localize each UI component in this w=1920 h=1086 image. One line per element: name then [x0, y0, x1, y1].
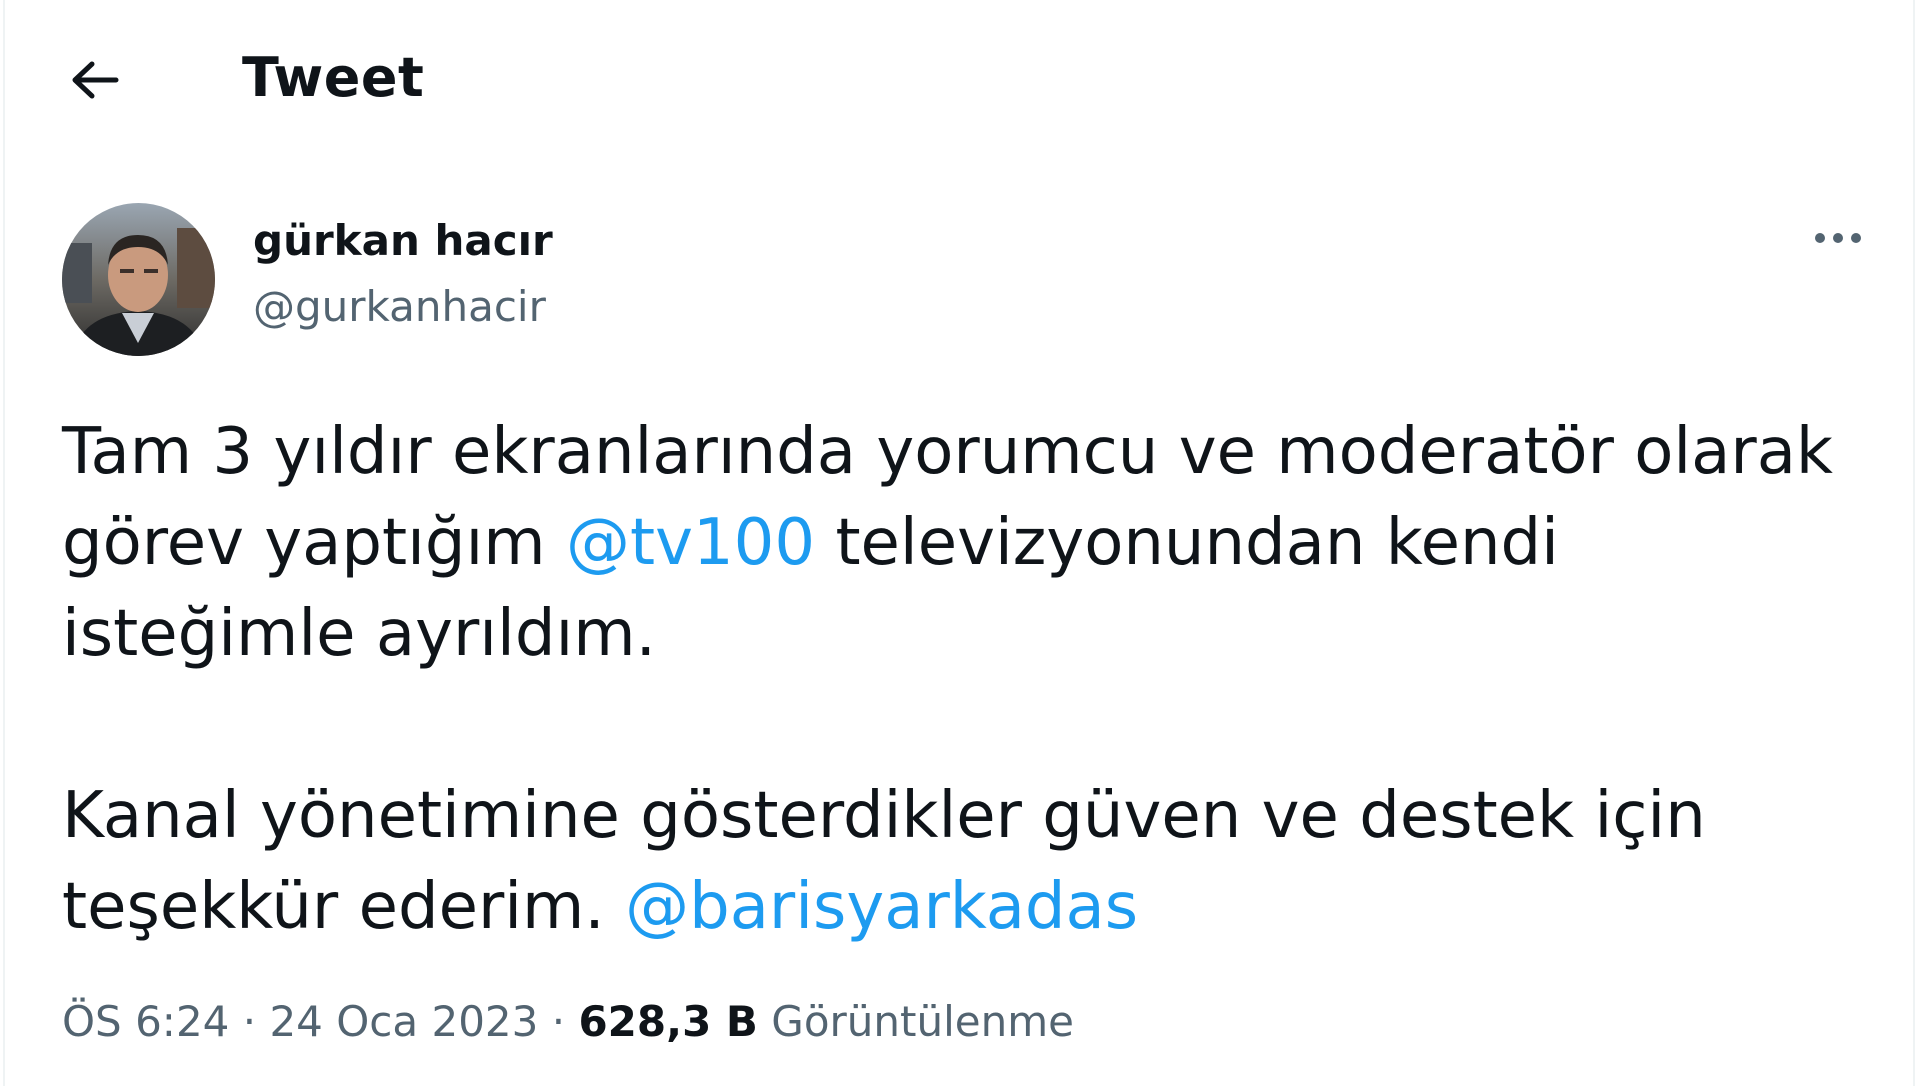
tweet-line: isteğimle ayrıldım. [62, 597, 656, 671]
tweet-date[interactable]: 24 Oca 2023 [269, 997, 538, 1046]
mention-link-barisyarkadas[interactable]: @barisyarkadas [625, 870, 1138, 944]
tweet-text-segment: görev yaptığım [62, 506, 566, 580]
author-name[interactable]: gürkan hacır [253, 216, 553, 265]
back-button[interactable] [60, 45, 130, 115]
tweet-metadata: ÖS 6:24 · 24 Oca 2023 · 628,3 B Görüntül… [62, 997, 1074, 1046]
page-title: Tweet [242, 46, 425, 109]
view-label: Görüntülenme [757, 997, 1074, 1046]
more-horizontal-icon [1815, 233, 1861, 243]
tweet-time[interactable]: ÖS 6:24 [62, 997, 229, 1046]
tweet-text-segment: televizyonundan kendi [815, 506, 1559, 580]
tweet-paragraph-1: Tam 3 yıldır ekranlarında yorumcu ve mod… [62, 407, 1862, 680]
tweet-line: görev yaptığım @tv100 televizyonundan ke… [62, 498, 1862, 589]
tweet-text: Tam 3 yıldır ekranlarında yorumcu ve mod… [62, 407, 1862, 953]
avatar[interactable] [62, 203, 215, 356]
tweet-line: Tam 3 yıldır ekranlarında yorumcu ve mod… [62, 415, 1833, 489]
author-handle[interactable]: @gurkanhacir [253, 282, 546, 331]
page-header: Tweet [5, 0, 1913, 160]
tweet-text-segment: teşekkür ederim. [62, 870, 626, 944]
mention-link-tv100[interactable]: @tv100 [566, 506, 815, 580]
avatar-photo [62, 203, 215, 356]
separator-dot: · [538, 997, 579, 1046]
arrow-left-icon [72, 61, 119, 99]
tweet-page: Tweet gürkan hacır @gurkanhacir Tam 3 yı… [3, 0, 1915, 1086]
more-button[interactable] [1803, 212, 1873, 264]
tweet-line: teşekkür ederim. @barisyarkadas [62, 862, 1862, 953]
tweet-line: Kanal yönetimine gösterdikler güven ve d… [62, 779, 1706, 853]
tweet-paragraph-2: Kanal yönetimine gösterdikler güven ve d… [62, 771, 1862, 953]
view-count[interactable]: 628,3 B [578, 997, 757, 1046]
separator-dot: · [229, 997, 270, 1046]
